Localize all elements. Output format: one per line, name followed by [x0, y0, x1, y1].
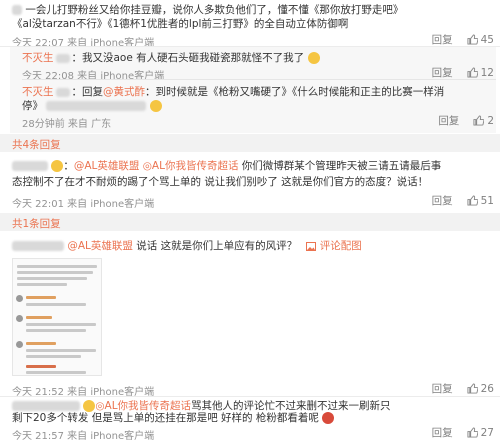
- blurred-username: [12, 5, 22, 15]
- sub-reply-text: 不灭生 ：回复@黄式酢：到时候就是《枪粉又嘴硬了》《什么时候能和正主的比赛一样消: [22, 86, 445, 98]
- blurred-username: [12, 241, 64, 251]
- reply-button[interactable]: 回复: [432, 65, 453, 80]
- reply-button[interactable]: 回复: [438, 113, 459, 128]
- expand-replies-link[interactable]: 共1条回复: [12, 216, 61, 231]
- blurred-content: [46, 101, 147, 111]
- comment-text: ：@AL英雄联盟 ◎AL你我皆传奇超话 你们微博群某个管理昨天被三请五请最后事: [12, 160, 441, 173]
- emoji-icon: [307, 52, 320, 64]
- expand-replies-link[interactable]: 共4条回复: [12, 137, 61, 152]
- like-button[interactable]: 45: [467, 34, 494, 46]
- sub-reply-text-line2: 停》: [22, 100, 162, 113]
- comment-text-line2: 《al没tarzan不行》《1德杯1优胜者的lpl前三打野》的全自动立体防御啊: [12, 18, 349, 30]
- thumbs-up-icon: [467, 195, 478, 206]
- comment-image-thumbnail[interactable]: [12, 258, 102, 376]
- sub-reply-meta: 28分钟前 来自 广东: [22, 119, 112, 130]
- like-button[interactable]: 27: [467, 427, 494, 439]
- like-button[interactable]: 51: [467, 195, 494, 207]
- blurred-username: [55, 87, 70, 97]
- divider: [0, 396, 500, 397]
- comment-picture-link[interactable]: 评论配图: [306, 240, 362, 252]
- blurred-username: [12, 401, 80, 411]
- emoji-icon: [322, 412, 335, 424]
- comment-text-line2: 剩下20多个转发 但是骂上单的还挂在那是吧 好样的 枪粉都看着呢: [12, 412, 335, 425]
- mention-link[interactable]: @黄式酢: [103, 86, 145, 98]
- comment-meta: 今天 22:01 来自 iPhone客户端: [12, 199, 155, 210]
- username-link[interactable]: 不灭生: [22, 86, 54, 98]
- like-button[interactable]: 12: [467, 67, 494, 79]
- comment-text: 一会儿打野粉丝又给你挂豆瓣，说你人多欺负他们了，懂不懂《那你放打野走吧》: [12, 4, 403, 17]
- topic-link[interactable]: ◎AL你我皆传奇超话: [143, 160, 239, 172]
- thumbs-up-icon: [467, 67, 478, 78]
- reply-button[interactable]: 回复: [432, 425, 453, 440]
- comment-text-line2: 态控制不了在才不耐烦的踢了个骂上单的 说让我们别吵了 这就是你们官方的态度？说话…: [12, 176, 429, 188]
- mention-link[interactable]: @AL英雄联盟: [74, 160, 140, 172]
- blurred-username: [55, 53, 70, 63]
- emoji-icon: [83, 400, 96, 412]
- like-button[interactable]: 26: [467, 383, 494, 395]
- comment-meta: 今天 21:57 来自 iPhone客户端: [12, 431, 155, 440]
- thumbs-up-icon: [467, 34, 478, 45]
- expand-bar: [0, 213, 500, 231]
- reply-button[interactable]: 回复: [432, 381, 453, 396]
- mention-link[interactable]: @AL英雄联盟: [67, 240, 133, 252]
- emoji-icon: [149, 100, 162, 112]
- thumbs-up-icon: [467, 383, 478, 394]
- like-button[interactable]: 2: [473, 115, 494, 127]
- username-link[interactable]: 不灭生: [22, 52, 54, 64]
- thumbs-up-icon: [467, 427, 478, 438]
- comment-text: @AL英雄联盟 说话 这就是你们上单应有的风评？ 评论配图: [12, 240, 362, 253]
- thumbs-up-icon: [473, 115, 485, 126]
- emoji-icon: [51, 160, 64, 172]
- sub-reply-text: 不灭生 ：我又没aoe 有人硬石头砸我碰瓷那就怪不了我了: [22, 52, 320, 65]
- blurred-username: [12, 161, 48, 171]
- divider: [22, 79, 496, 80]
- reply-button[interactable]: 回复: [432, 32, 453, 47]
- reply-button[interactable]: 回复: [432, 193, 453, 208]
- topic-link[interactable]: ◎AL你我皆传奇超话: [95, 400, 191, 412]
- image-icon: [306, 241, 317, 251]
- expand-bar: [0, 134, 500, 152]
